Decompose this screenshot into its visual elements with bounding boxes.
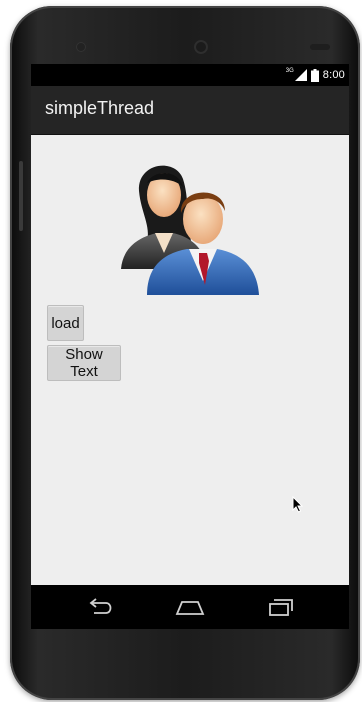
earpiece <box>76 42 86 52</box>
mouse-pointer-icon <box>292 496 304 513</box>
show-text-button[interactable]: Show Text <box>47 345 121 381</box>
load-button[interactable]: load <box>47 305 84 341</box>
main-content: load Show Text <box>31 135 349 585</box>
phone-side-button <box>19 161 23 231</box>
front-camera <box>194 40 208 54</box>
status-time: 8:00 <box>322 69 345 81</box>
recents-icon[interactable] <box>261 595 297 619</box>
battery-icon <box>310 68 319 82</box>
proximity-sensor <box>310 44 330 50</box>
action-bar: simpleThread <box>31 86 349 135</box>
navigation-bar <box>31 585 349 629</box>
device-screen: 3G 8:00 simpleThread load Show Text <box>31 64 349 629</box>
status-icons: 3G 8:00 <box>286 67 345 83</box>
people-icon <box>121 165 259 295</box>
network-type-label: 3G <box>285 68 294 74</box>
cell-signal-icon <box>294 69 307 81</box>
back-icon[interactable] <box>82 595 118 619</box>
app-title: simpleThread <box>45 98 155 118</box>
home-icon[interactable] <box>172 595 208 619</box>
status-bar: 3G 8:00 <box>31 64 349 86</box>
